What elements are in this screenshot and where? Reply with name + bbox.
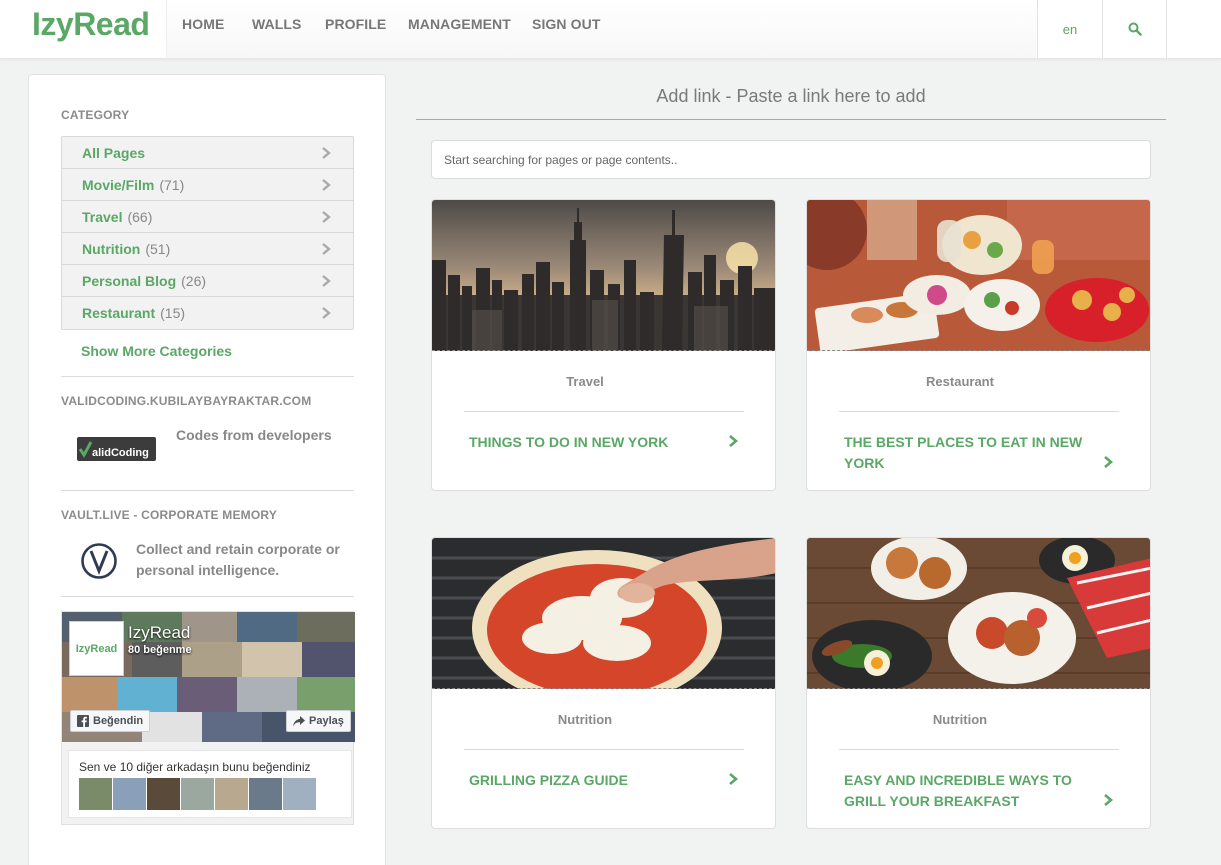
facebook-like-count: 80 beğenme	[128, 644, 192, 656]
share-arrow-icon	[293, 715, 305, 726]
facebook-friend-avatars	[79, 778, 316, 810]
card-image-divider	[807, 350, 1150, 351]
category-label: All Pages	[82, 144, 146, 161]
friend-avatar[interactable]	[147, 778, 180, 810]
vault-logo-icon[interactable]	[80, 542, 118, 580]
nav-profile[interactable]: PROFILE	[325, 16, 386, 32]
friend-avatar[interactable]	[113, 778, 146, 810]
top-navbar: IzyRead HOME WALLS PROFILE MANAGEMENT SI…	[0, 0, 1221, 59]
search-button[interactable]	[1102, 0, 1167, 58]
facebook-share-label: Paylaş	[309, 715, 344, 727]
category-count: (15)	[160, 305, 186, 321]
vault-description: Collect and retain corporate or personal…	[136, 541, 340, 578]
validcoding-logo-text: alidCoding	[92, 447, 149, 459]
facebook-icon	[77, 715, 89, 727]
chevron-right-icon	[322, 307, 331, 319]
chevron-right-icon[interactable]	[1102, 455, 1114, 469]
add-link-field[interactable]: Add link - Paste a link here to add	[416, 74, 1166, 120]
category-item-personal-blog[interactable]: Personal Blog (26)	[62, 265, 353, 297]
validcoding-description: Codes from developers	[176, 427, 332, 443]
friend-avatar[interactable]	[283, 778, 316, 810]
card-image-divider	[432, 350, 775, 351]
friend-avatar[interactable]	[79, 778, 112, 810]
divider	[61, 490, 354, 491]
category-label: Movie/Film	[82, 176, 155, 193]
card-divider	[839, 749, 1119, 750]
category-item-movie-film[interactable]: Movie/Film (71)	[62, 169, 353, 201]
search-input[interactable]: Start searching for pages or page conten…	[431, 140, 1151, 179]
card-title[interactable]: EASY AND INCREDIBLE WAYS TO GRILL YOUR B…	[844, 770, 1099, 812]
validcoding-heading: VALIDCODING.KUBILAYBAYRAKTAR.COM	[61, 394, 312, 408]
card-image-new-york-skyline[interactable]	[432, 200, 775, 351]
show-more-categories-link[interactable]: Show More Categories	[81, 343, 232, 359]
chevron-right-icon[interactable]	[727, 434, 739, 448]
nav-home[interactable]: HOME	[182, 16, 224, 32]
nav-walls[interactable]: WALLS	[252, 16, 302, 32]
chevron-right-icon[interactable]	[1102, 793, 1114, 807]
site-logo[interactable]: IzyRead	[32, 6, 150, 43]
divider	[61, 596, 354, 597]
main-nav: HOME WALLS PROFILE MANAGEMENT SIGN OUT	[166, 0, 1036, 58]
card-image-divider	[807, 688, 1150, 689]
card-divider	[464, 411, 744, 412]
facebook-friends-text: Sen ve 10 diğer arkadaşın bunu beğendini…	[79, 760, 311, 774]
card-divider	[839, 411, 1119, 412]
sidebar: CATEGORY All Pages Movie/Film (71) Trave…	[28, 74, 386, 865]
card-image-divider	[432, 688, 775, 689]
category-label: Nutrition	[82, 240, 141, 257]
friend-avatar[interactable]	[249, 778, 282, 810]
category-count: (71)	[159, 176, 185, 193]
category-count: (51)	[145, 240, 171, 257]
facebook-cover-image: IzyRead IzyRead 80 beğenme Beğendin Payl…	[62, 612, 355, 742]
page-card[interactable]: Nutrition EASY AND INCREDIBLE WAYS TO GR…	[806, 537, 1151, 829]
nav-sign-out[interactable]: SIGN OUT	[532, 16, 600, 32]
category-count: (26)	[181, 272, 207, 289]
category-list: All Pages Movie/Film (71) Travel (66) Nu…	[61, 136, 354, 330]
page-card[interactable]: Nutrition GRILLING PIZZA GUIDE	[431, 537, 776, 829]
card-image-grilling-pizza[interactable]	[432, 538, 775, 689]
page-card[interactable]: Travel THINGS TO DO IN NEW YORK	[431, 199, 776, 491]
friend-avatar[interactable]	[215, 778, 248, 810]
card-title[interactable]: THE BEST PLACES TO EAT IN NEW YORK	[844, 432, 1099, 474]
card-image-grilled-breakfast[interactable]	[807, 538, 1150, 689]
category-item-travel[interactable]: Travel (66)	[62, 201, 353, 233]
card-image-restaurant-food[interactable]	[807, 200, 1150, 351]
language-selector[interactable]: en	[1037, 0, 1102, 58]
facebook-friends-box: Sen ve 10 diğer arkadaşın bunu beğendini…	[68, 750, 352, 818]
page-card[interactable]: Restaurant THE BEST PLACES TO EAT IN NEW…	[806, 199, 1151, 491]
card-title[interactable]: THINGS TO DO IN NEW YORK	[469, 432, 724, 453]
facebook-page-name[interactable]: IzyRead	[128, 623, 190, 643]
facebook-like-button[interactable]: Beğendin	[70, 710, 151, 732]
chevron-right-icon[interactable]	[727, 772, 739, 786]
vault-heading: VAULT.LIVE - CORPORATE MEMORY	[61, 508, 278, 522]
divider	[61, 376, 354, 377]
category-label: Personal Blog	[82, 272, 177, 289]
category-item-nutrition[interactable]: Nutrition (51)	[62, 233, 353, 265]
facebook-page-widget: IzyRead IzyRead 80 beğenme Beğendin Payl…	[61, 611, 355, 825]
category-count: (66)	[127, 208, 153, 225]
card-category: Nutrition	[932, 712, 988, 727]
chevron-right-icon	[322, 147, 331, 159]
card-divider	[464, 749, 744, 750]
chevron-right-icon	[322, 211, 331, 223]
category-label: Restaurant	[82, 305, 156, 321]
category-label: Travel	[82, 208, 123, 225]
card-category: Restaurant	[926, 374, 994, 389]
chevron-right-icon	[322, 275, 331, 287]
facebook-page-badge[interactable]: IzyRead	[69, 621, 124, 676]
facebook-share-button[interactable]: Paylaş	[286, 710, 351, 732]
chevron-right-icon	[322, 179, 331, 191]
validcoding-logo[interactable]: alidCoding	[77, 437, 156, 461]
friend-avatar[interactable]	[181, 778, 214, 810]
facebook-like-label: Beğendin	[93, 715, 144, 727]
card-title[interactable]: GRILLING PIZZA GUIDE	[469, 770, 724, 791]
category-item-all-pages[interactable]: All Pages	[62, 137, 353, 169]
category-item-restaurant[interactable]: Restaurant (15)	[62, 297, 353, 329]
chevron-right-icon	[322, 243, 331, 255]
card-category: Nutrition	[557, 712, 613, 727]
card-category: Travel	[566, 374, 604, 389]
category-heading: CATEGORY	[61, 108, 130, 122]
search-icon	[1128, 22, 1142, 36]
nav-management[interactable]: MANAGEMENT	[408, 16, 511, 32]
